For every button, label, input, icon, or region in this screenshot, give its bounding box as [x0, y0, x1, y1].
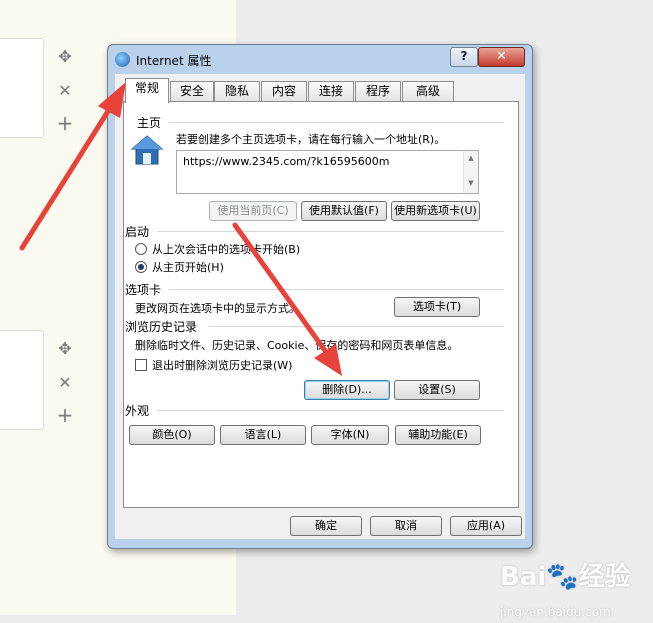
use-default-button[interactable]: 使用默认值(F)	[301, 201, 387, 221]
watermark-brand: Bai	[500, 562, 547, 592]
tab-programs[interactable]: 程序	[355, 81, 401, 102]
apply-button[interactable]: 应用(A)	[450, 516, 522, 536]
side-card	[0, 38, 44, 138]
radio-last-session-label: 从上次会话中的选项卡开始(B)	[152, 243, 301, 256]
radio-last-session[interactable]	[135, 243, 147, 255]
close-icon[interactable]: ✕	[56, 82, 74, 100]
homepage-url-input[interactable]: https://www.2345.com/?k16595600m ▲ ▼	[176, 150, 479, 194]
homepage-url-value: https://www.2345.com/?k16595600m	[183, 155, 390, 168]
cancel-button[interactable]: 取消	[370, 516, 442, 536]
help-button[interactable]: ?	[450, 47, 478, 67]
group-divider	[169, 122, 504, 123]
title-bar[interactable]: Internet 属性 ? ✕	[108, 45, 532, 73]
internet-properties-dialog: Internet 属性 ? ✕ 常规 安全 隐私 内容 连接 程序 高级 主页 …	[107, 44, 533, 549]
move-icon[interactable]: ✥	[56, 48, 74, 66]
house-icon	[130, 135, 164, 165]
tabs-header: 选项卡	[125, 283, 162, 297]
plus-icon[interactable]: +	[56, 405, 74, 425]
homepage-instruction: 若要创建多个主页选项卡，请在每行输入一个地址(R)。	[176, 133, 446, 146]
homepage-header: 主页	[137, 116, 162, 130]
group-divider	[157, 231, 504, 232]
watermark-sub: jingyan.baidu.com	[500, 605, 611, 619]
tab-security[interactable]: 安全	[170, 81, 214, 102]
scroll-down-icon[interactable]: ▼	[464, 179, 478, 187]
side-card	[0, 330, 44, 430]
tabs-settings-button[interactable]: 选项卡(T)	[394, 297, 480, 317]
tab-content[interactable]: 内容	[261, 81, 307, 102]
watermark-suffix: 经验	[578, 562, 631, 592]
tab-general[interactable]: 常规	[125, 78, 169, 103]
group-divider	[209, 326, 504, 327]
scroll-up-icon[interactable]: ▲	[464, 154, 478, 162]
paw-icon: 🐾	[546, 562, 579, 592]
delete-on-exit-label: 退出时删除浏览历史记录(W)	[152, 359, 293, 372]
fonts-button[interactable]: 字体(N)	[311, 425, 389, 445]
url-scrollbar[interactable]: ▲ ▼	[463, 151, 478, 193]
ie-globe-icon	[115, 52, 130, 67]
close-icon[interactable]: ✕	[56, 374, 74, 392]
radio-homepage-label: 从主页开始(H)	[152, 261, 224, 274]
general-tab-panel: 主页 若要创建多个主页选项卡，请在每行输入一个地址(R)。 https://ww…	[123, 101, 519, 508]
appearance-header: 外观	[125, 404, 150, 418]
baidu-watermark: Bai🐾经验 jingyan.baidu.com	[500, 556, 631, 623]
use-current-button[interactable]: 使用当前页(C)	[209, 201, 297, 221]
tab-privacy[interactable]: 隐私	[214, 81, 260, 102]
startup-header: 启动	[125, 225, 150, 239]
delete-history-button[interactable]: 删除(D)...	[304, 380, 390, 400]
group-divider	[157, 410, 504, 411]
history-settings-button[interactable]: 设置(S)	[394, 380, 480, 400]
delete-on-exit-checkbox[interactable]	[135, 359, 147, 371]
history-header: 浏览历史记录	[125, 320, 198, 334]
accessibility-button[interactable]: 辅助功能(E)	[395, 425, 481, 445]
tab-connections[interactable]: 连接	[308, 81, 354, 102]
radio-homepage[interactable]	[135, 261, 147, 273]
use-new-tab-button[interactable]: 使用新选项卡(U)	[391, 201, 480, 221]
plus-icon[interactable]: +	[56, 113, 74, 133]
tabs-description: 更改网页在选项卡中的显示方式。	[135, 302, 300, 315]
close-button[interactable]: ✕	[478, 47, 525, 67]
move-icon[interactable]: ✥	[56, 340, 74, 358]
group-divider	[169, 289, 504, 290]
tab-advanced[interactable]: 高级	[402, 81, 454, 102]
history-description: 删除临时文件、历史记录、Cookie、保存的密码和网页表单信息。	[135, 339, 459, 352]
dialog-client-area: 常规 安全 隐私 内容 连接 程序 高级 主页 若要创建多个主页选项卡，请在每行…	[115, 74, 525, 539]
window-title: Internet 属性	[136, 54, 212, 68]
colors-button[interactable]: 颜色(O)	[129, 425, 215, 445]
ok-button[interactable]: 确定	[290, 516, 362, 536]
languages-button[interactable]: 语言(L)	[220, 425, 306, 445]
